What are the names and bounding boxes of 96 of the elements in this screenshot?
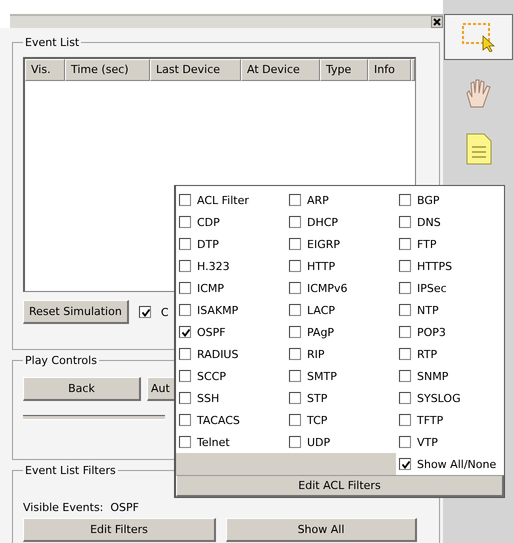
checkbox-label: ISAKMP — [197, 304, 238, 316]
checkbox[interactable] — [289, 304, 301, 316]
checkbox[interactable] — [399, 304, 411, 316]
section-title: Event List Filters — [24, 464, 117, 477]
checkbox-label: POP3 — [417, 326, 446, 338]
checkbox[interactable] — [289, 238, 301, 250]
checkbox[interactable] — [179, 194, 191, 206]
checkbox[interactable] — [179, 282, 191, 294]
checkbox-label: STP — [307, 392, 328, 404]
checkbox[interactable] — [399, 348, 411, 360]
checkbox[interactable] — [179, 304, 191, 316]
edit-filters-button[interactable]: Edit Filters — [23, 518, 216, 542]
checkbox-label: RADIUS — [197, 348, 238, 360]
note-icon — [466, 133, 492, 165]
column-header[interactable]: Info — [368, 59, 411, 81]
slider-track[interactable] — [23, 415, 165, 420]
checkbox-label: RIP — [307, 348, 325, 360]
checkbox[interactable] — [289, 216, 301, 228]
checkbox[interactable] — [399, 238, 411, 250]
checkbox-label: C — [160, 306, 169, 318]
checkbox-label: BGP — [417, 194, 440, 206]
checkbox[interactable] — [179, 392, 191, 404]
checkbox-label: TACACS — [197, 414, 240, 426]
checkbox[interactable] — [289, 436, 301, 448]
checkbox[interactable] — [399, 414, 411, 426]
checkbox-label: EIGRP — [307, 238, 340, 250]
checkbox[interactable] — [399, 282, 411, 294]
checkbox-label: ARP — [307, 194, 329, 206]
checkbox[interactable] — [399, 370, 411, 382]
checkbox[interactable] — [179, 348, 191, 360]
checkbox[interactable] — [179, 216, 191, 228]
checkbox[interactable] — [289, 260, 301, 272]
checkbox[interactable] — [399, 326, 411, 338]
checkbox-label: IPSec — [417, 282, 447, 294]
checkbox[interactable] — [399, 260, 411, 272]
selection-icon — [460, 22, 496, 52]
checkbox[interactable] — [399, 458, 411, 470]
checkbox-label: VTP — [417, 436, 438, 448]
checkbox[interactable] — [399, 436, 411, 448]
edit-acl-filters-button[interactable]: Edit ACL Filters — [176, 475, 504, 497]
checkbox-label: CDP — [197, 216, 220, 228]
close-icon[interactable] — [431, 16, 443, 28]
reset-simulation-button[interactable]: Reset Simulation — [23, 300, 129, 324]
checkbox[interactable] — [289, 370, 301, 382]
checkbox-label: FTP — [417, 238, 436, 250]
column-header[interactable]: Vis. — [25, 59, 65, 81]
checkbox-label: SYSLOG — [417, 392, 461, 404]
checkbox[interactable] — [399, 392, 411, 404]
checkbox[interactable] — [289, 348, 301, 360]
checkbox-label: Telnet — [197, 436, 230, 448]
column-header[interactable]: Time (sec) — [65, 59, 150, 81]
checkbox[interactable] — [289, 392, 301, 404]
checkbox-label: DNS — [417, 216, 441, 228]
checkbox-label: HTTPS — [417, 260, 452, 272]
checkbox[interactable] — [179, 326, 191, 338]
checkbox-label: OSPF — [197, 326, 226, 338]
checkbox-label: ICMP — [197, 282, 224, 294]
checkbox[interactable] — [179, 238, 191, 250]
back-button[interactable]: Back — [23, 377, 141, 401]
checkbox-label: ACL Filter — [197, 194, 249, 206]
checkbox-label: SCCP — [197, 370, 226, 382]
show-all-button[interactable]: Show All — [226, 518, 417, 542]
checkbox[interactable] — [289, 414, 301, 426]
column-header[interactable]: Type — [320, 59, 368, 81]
checkbox[interactable] — [138, 306, 151, 318]
checkbox-label: SNMP — [417, 370, 448, 382]
section-title: Event List — [24, 36, 80, 49]
tool-button[interactable] — [444, 14, 513, 60]
checkbox[interactable] — [179, 414, 191, 426]
checkbox[interactable] — [289, 282, 301, 294]
checkbox-label: LACP — [307, 304, 336, 316]
checkbox[interactable] — [289, 194, 301, 206]
checkbox[interactable] — [399, 194, 411, 206]
checkbox-label: TCP — [307, 414, 328, 426]
checkbox[interactable] — [179, 370, 191, 382]
checkbox-label: NTP — [417, 304, 439, 316]
checkbox[interactable] — [399, 216, 411, 228]
column-header[interactable]: Last Device — [150, 59, 241, 81]
checkbox-label: PAgP — [307, 326, 334, 338]
checkbox-label: UDP — [307, 436, 330, 448]
section-title: Play Controls — [24, 354, 98, 367]
checkbox-label: DHCP — [307, 216, 338, 228]
checkbox-label: TFTP — [417, 414, 444, 426]
checkbox-label: Show All/None — [417, 458, 496, 470]
checkbox-label: SSH — [197, 392, 220, 404]
checkbox[interactable] — [289, 326, 301, 338]
checkbox[interactable] — [179, 260, 191, 272]
column-header[interactable]: At Device — [241, 59, 320, 81]
visible-events-text: Visible Events: OSPF — [23, 501, 140, 514]
checkbox-label: RTP — [417, 348, 438, 360]
checkbox-label: DTP — [197, 238, 219, 250]
checkbox-label: H.323 — [197, 260, 230, 272]
checkbox[interactable] — [179, 436, 191, 448]
checkbox-label: HTTP — [307, 260, 336, 272]
checkbox-label: ICMPv6 — [307, 282, 348, 294]
checkbox-label: SMTP — [307, 370, 337, 382]
